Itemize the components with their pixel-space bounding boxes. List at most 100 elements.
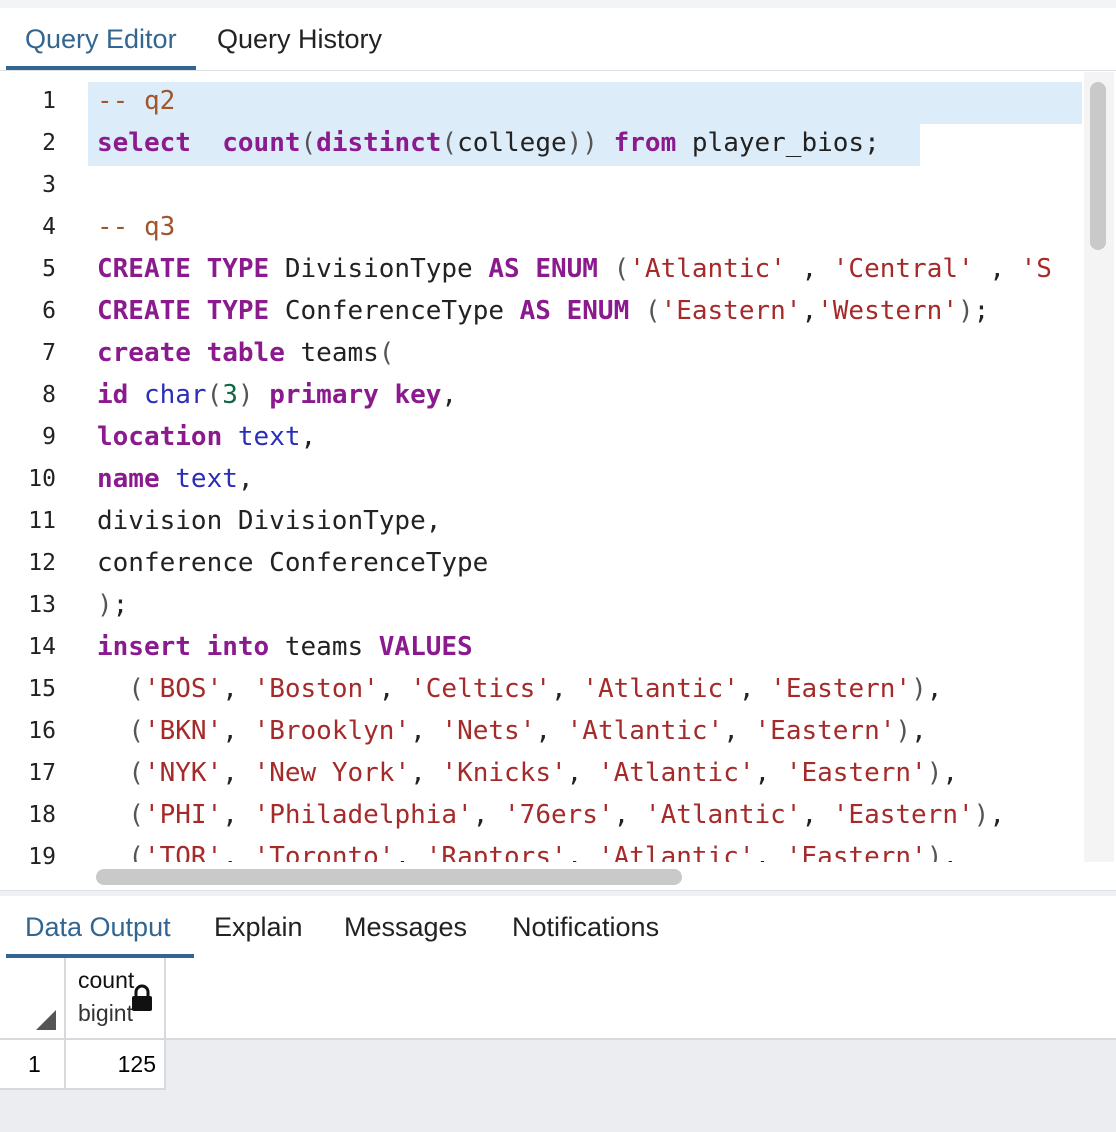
code-token: create	[97, 338, 191, 368]
code-token: 'TOR'	[143, 842, 223, 862]
code-line: CREATE TYPE DivisionType AS ENUM ('Atlan…	[97, 248, 1052, 290]
line-number: 5	[42, 256, 56, 282]
line-number: 9	[42, 424, 56, 450]
code-token: table	[206, 338, 285, 368]
code-token: ,	[754, 842, 786, 862]
tab-explain[interactable]: Explain	[214, 908, 303, 946]
code-token: )	[911, 674, 927, 704]
code-token: 'Eastern'	[785, 758, 927, 788]
code-token: )	[895, 716, 912, 746]
line-number: 2	[42, 130, 56, 156]
code-token: select	[97, 128, 191, 158]
code-line: select count(distinct(college)) from pla…	[97, 122, 880, 164]
code-token: DivisionType	[269, 254, 489, 284]
line-number: 14	[28, 634, 56, 660]
code-token: 'Eastern'	[660, 296, 802, 326]
code-token: ,	[942, 758, 959, 788]
code-token: 'PHI'	[143, 800, 223, 830]
code-token: VALUES	[378, 632, 473, 662]
code-line: ('BOS', 'Boston', 'Celtics', 'Atlantic',…	[97, 668, 942, 710]
tab-query-editor[interactable]: Query Editor	[25, 20, 177, 70]
tab-notifications[interactable]: Notifications	[512, 908, 659, 946]
code-token: ,	[566, 842, 598, 862]
table-row[interactable]: 1 125	[0, 1040, 166, 1088]
row-divider	[0, 1088, 166, 1090]
code-token: ,	[926, 674, 943, 704]
code-token: ConferenceType	[269, 296, 520, 326]
line-number: 15	[28, 676, 56, 702]
vertical-scrollbar-thumb[interactable]	[1090, 82, 1106, 250]
code-token: ,	[911, 716, 927, 746]
tab-query-history[interactable]: Query History	[217, 20, 382, 70]
code-line: -- q3	[97, 206, 175, 248]
code-token: (	[644, 296, 661, 326]
line-number: 11	[28, 508, 56, 534]
code-token: text	[175, 464, 238, 494]
line-number: 19	[28, 844, 56, 870]
code-token: 'Eastern'	[785, 842, 927, 862]
code-token: ,	[222, 842, 254, 862]
code-token: (	[128, 674, 144, 704]
code-line: ('BKN', 'Brooklyn', 'Nets', 'Atlantic', …	[97, 710, 927, 752]
code-line: location text,	[97, 416, 316, 458]
code-token: ,	[378, 674, 411, 704]
cell-count[interactable]: 125	[66, 1040, 166, 1088]
horizontal-scrollbar-thumb[interactable]	[96, 869, 682, 885]
code-token: TYPE	[206, 254, 270, 284]
code-token: (	[128, 842, 144, 862]
code-token: )	[237, 380, 254, 410]
column-header-count[interactable]: count bigint	[66, 958, 166, 1038]
code-token: ,	[222, 800, 254, 830]
code-token: ;	[973, 296, 990, 326]
code-token: ,	[300, 422, 317, 452]
code-token: teams	[284, 338, 379, 368]
code-token: 'Atlantic'	[597, 842, 755, 862]
tab-data-output[interactable]: Data Output	[25, 908, 171, 946]
code-token: conference ConferenceType	[97, 548, 489, 578]
code-token: 'Boston'	[253, 674, 379, 704]
line-number: 6	[42, 298, 56, 324]
code-token: ,	[410, 716, 442, 746]
code-token: )	[958, 296, 974, 326]
code-token: )	[973, 800, 990, 830]
code-line: CREATE TYPE ConferenceType AS ENUM ('Eas…	[97, 290, 989, 332]
code-line: );	[97, 584, 128, 626]
line-number: 13	[28, 592, 56, 618]
code-token: (	[300, 128, 317, 158]
query-editor[interactable]: 1 2 3 4 5 6 7 8 9 10 11 12 13 14 15 16 17 18 19 -- q2 selec…	[0, 72, 1116, 890]
code-line: -- q2	[97, 80, 175, 122]
code-token: 'Nets'	[441, 716, 536, 746]
code-line: name text,	[97, 458, 254, 500]
code-token: )	[97, 590, 113, 620]
code-token: 'Knicks'	[441, 758, 567, 788]
code-token: ,	[989, 800, 1005, 830]
line-number: 3	[42, 172, 56, 198]
code-token: AS	[488, 254, 520, 284]
tab-messages[interactable]: Messages	[344, 908, 467, 946]
line-number-gutter: 1 2 3 4 5 6 7 8 9 10 11 12 13 14 15 16 17 18 19	[0, 72, 88, 890]
line-number: 12	[28, 550, 56, 576]
code-token: (	[441, 128, 458, 158]
lock-icon	[132, 984, 152, 1011]
code-area[interactable]: -- q2 select count(distinct(college)) fro…	[88, 72, 1082, 862]
select-all-corner[interactable]	[0, 958, 66, 1038]
code-token: ,	[613, 800, 645, 830]
code-token: text	[237, 422, 301, 452]
code-token: player_bios;	[676, 128, 880, 158]
code-token: ,	[754, 758, 786, 788]
code-line: division DivisionType,	[97, 500, 441, 542]
code-token: ,	[942, 842, 959, 862]
code-token: 'Atlantic'	[582, 674, 739, 704]
code-token: (	[378, 338, 395, 368]
code-token: ,	[566, 758, 598, 788]
code-token: CREATE	[97, 296, 191, 326]
